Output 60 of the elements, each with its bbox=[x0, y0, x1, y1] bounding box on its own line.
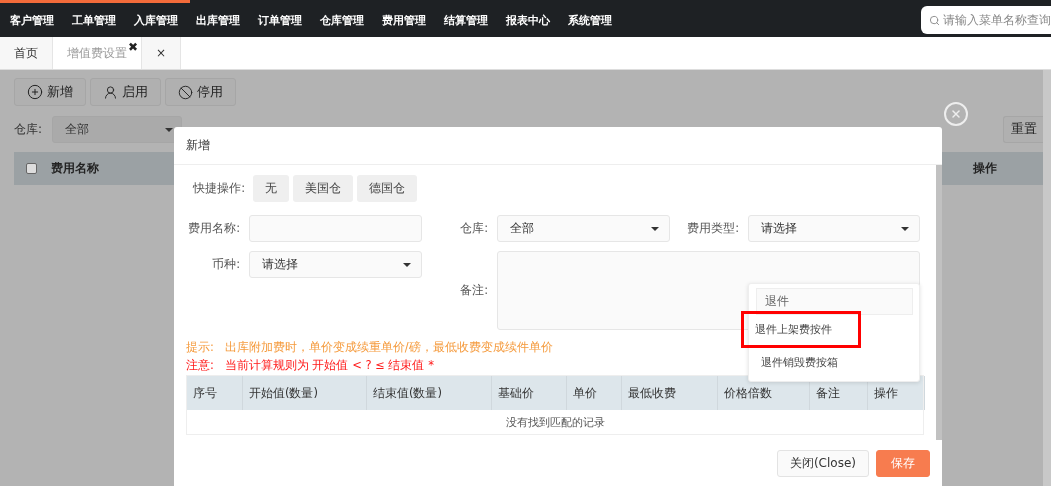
dropdown-option[interactable]: 退件上架费按件 bbox=[749, 317, 832, 342]
column-header: 单价 bbox=[567, 376, 622, 410]
select-field[interactable]: 全部 bbox=[497, 215, 670, 242]
text-field[interactable] bbox=[249, 215, 422, 242]
field-label: 仓库: bbox=[459, 220, 489, 237]
field-label: 币种: bbox=[211, 256, 241, 273]
nav-menu-item[interactable]: 结算管理 bbox=[444, 12, 488, 28]
nav-menu-item[interactable]: 报表中心 bbox=[506, 12, 550, 28]
nav-menu-item[interactable]: 仓库管理 bbox=[320, 12, 364, 28]
select-field[interactable]: 请选择 bbox=[249, 251, 422, 278]
nav-menu-item[interactable]: 工单管理 bbox=[72, 12, 116, 28]
scrollbar[interactable] bbox=[936, 165, 942, 440]
filter-label: 仓库: bbox=[14, 121, 43, 138]
toolbar-button[interactable]: 启用 bbox=[90, 78, 161, 106]
page-tab[interactable]: × bbox=[142, 37, 182, 69]
nav-menu-item[interactable]: 订单管理 bbox=[258, 12, 302, 28]
user-icon bbox=[103, 84, 118, 100]
nav-menu-item[interactable]: 出库管理 bbox=[196, 12, 240, 28]
plus-circle-icon bbox=[27, 84, 43, 100]
field-label: 快捷操作: bbox=[192, 181, 246, 196]
dropdown-option[interactable]: 退件销毁费按箱 bbox=[755, 348, 913, 377]
select-field[interactable]: 请选择 bbox=[748, 215, 920, 242]
hint-text: 提示: 出库附加费时，单价变成续重单价/磅，最低收费变成续件单价 bbox=[186, 340, 553, 355]
close-icon[interactable]: ✖ bbox=[127, 40, 138, 54]
scrollbar[interactable] bbox=[1043, 70, 1051, 486]
caret-icon bbox=[901, 226, 909, 231]
menu-search-field[interactable]: 请输入菜单名称查询 bbox=[921, 6, 1051, 34]
dialog-title: 新增 bbox=[186, 137, 210, 154]
column-header: 基础价 bbox=[492, 376, 567, 410]
field-label: 备注: bbox=[459, 282, 489, 299]
quick-button[interactable]: 无 bbox=[253, 175, 289, 202]
close-icon[interactable] bbox=[944, 102, 968, 126]
warning-text: 注意: 当前计算规则为 开始值 < ? ≤ 结束值 * bbox=[186, 358, 434, 373]
nav-menu-item[interactable]: 客户管理 bbox=[10, 12, 54, 28]
toolbar-button[interactable]: 新增 bbox=[14, 78, 86, 106]
column-header: 操作 bbox=[973, 161, 997, 176]
close-button[interactable]: 关闭(Close) bbox=[776, 449, 869, 477]
warehouse-select[interactable]: 全部 bbox=[52, 116, 183, 143]
page-tab[interactable]: 首页 bbox=[0, 37, 53, 69]
caret-icon bbox=[403, 262, 411, 267]
dropdown-search-field[interactable]: 退件 bbox=[756, 288, 913, 315]
column-header: 结束值(数量) bbox=[367, 376, 492, 410]
quick-button[interactable]: 德国仓 bbox=[357, 175, 417, 202]
search-icon bbox=[929, 13, 940, 27]
column-header: 最低收费 bbox=[622, 376, 718, 410]
empty-message: 没有找到匹配的记录 bbox=[505, 414, 605, 430]
nav-menu-item[interactable]: 系统管理 bbox=[568, 12, 612, 28]
nav-menu-item[interactable]: 费用管理 bbox=[382, 12, 426, 28]
toolbar-button[interactable]: 停用 bbox=[165, 78, 236, 106]
reset-button[interactable]: 重置 bbox=[1003, 116, 1043, 143]
quick-button[interactable]: 美国仓 bbox=[293, 175, 353, 202]
caret-icon bbox=[651, 226, 659, 231]
ban-icon bbox=[178, 84, 193, 100]
nav-menu-item[interactable]: 入库管理 bbox=[134, 12, 178, 28]
column-header: 开始值(数量) bbox=[243, 376, 367, 410]
column-header: 序号 bbox=[187, 376, 243, 410]
checkbox[interactable] bbox=[26, 163, 37, 174]
field-label: 费用名称: bbox=[187, 220, 241, 237]
field-label: 费用类型: bbox=[686, 220, 740, 237]
column-header: 费用名称 bbox=[51, 161, 99, 176]
